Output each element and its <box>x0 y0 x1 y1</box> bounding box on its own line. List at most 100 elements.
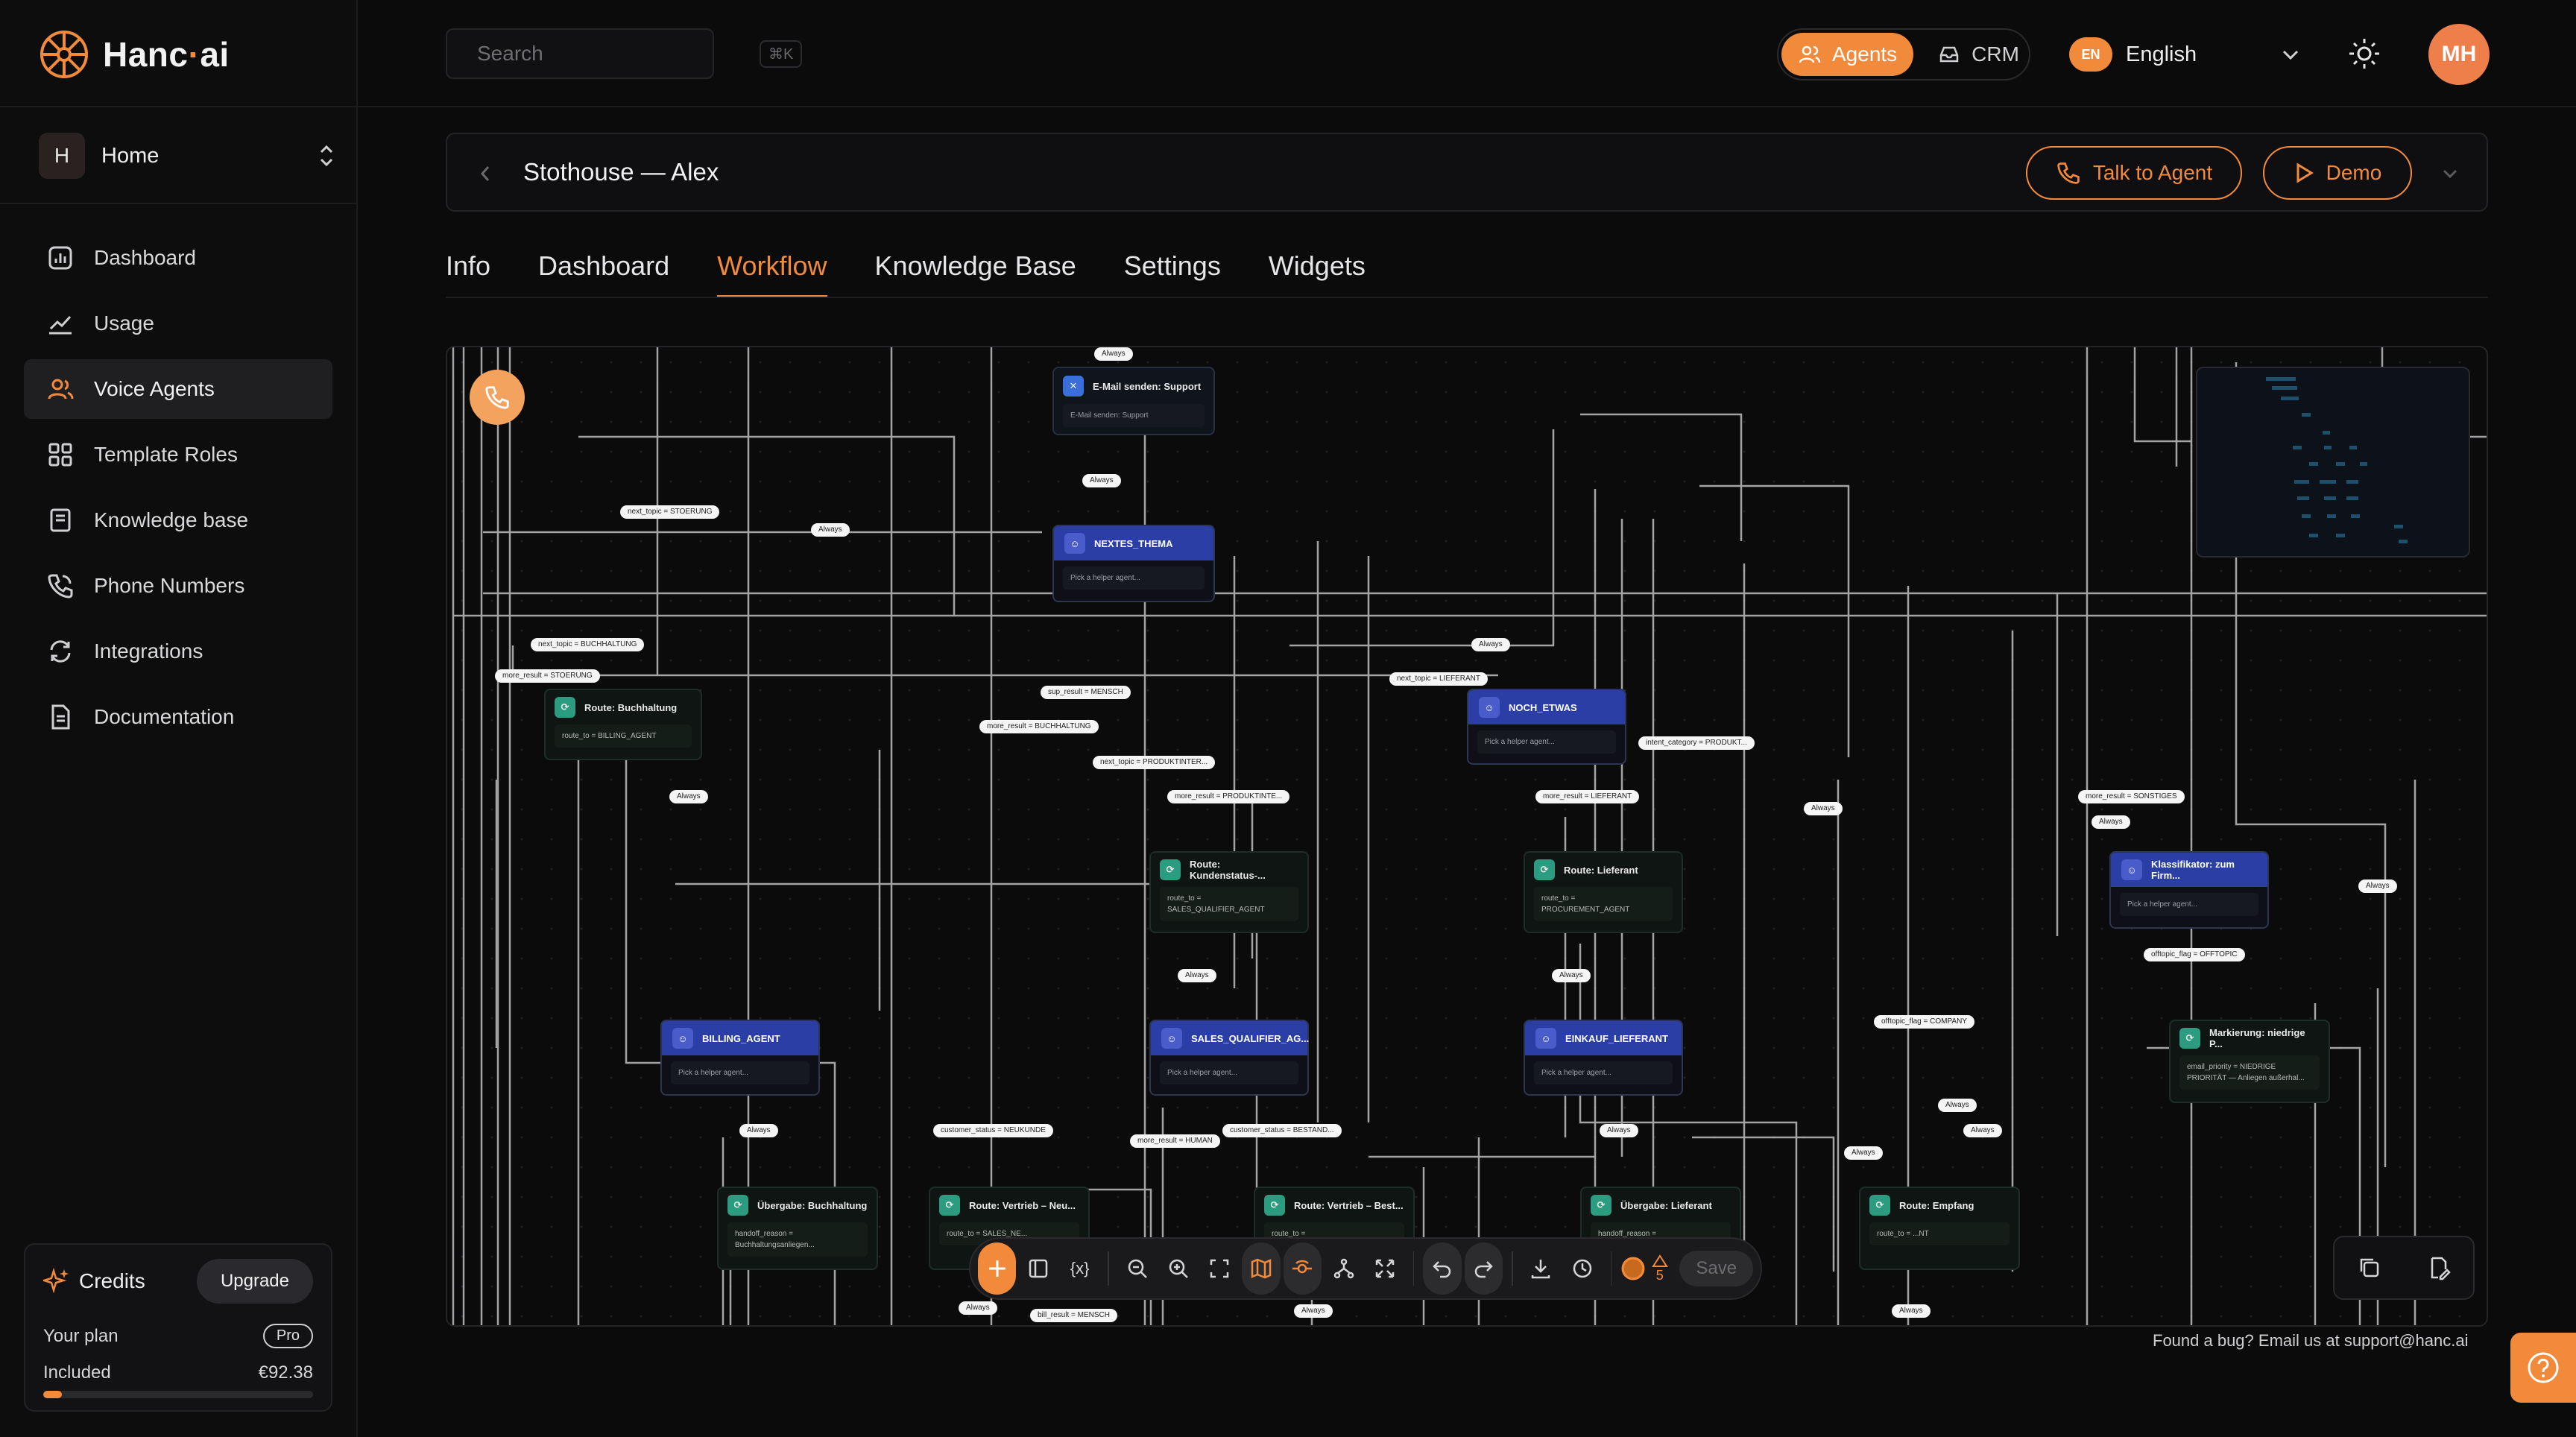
add-node-button[interactable] <box>978 1242 1017 1295</box>
tab-knowledge-base[interactable]: Knowledge Base <box>875 250 1076 298</box>
edge-label[interactable]: Always <box>1804 802 1843 815</box>
node-sales-qualifier[interactable]: ☺ SALES_QUALIFIER_AG... Pick a helper age… <box>1149 1020 1309 1096</box>
edge-style-button[interactable] <box>1283 1242 1322 1295</box>
upgrade-button[interactable]: Upgrade <box>196 1259 313 1304</box>
fit-view-button[interactable] <box>1201 1242 1239 1295</box>
language-selector[interactable]: EN English <box>2069 31 2300 78</box>
route-icon: ⟳ <box>1591 1195 1611 1216</box>
undo-button[interactable] <box>1423 1242 1462 1295</box>
copy-icon[interactable] <box>2356 1254 2383 1281</box>
theme-toggle-sun-icon[interactable] <box>2346 36 2382 72</box>
node-route-empfang[interactable]: ⟳ Route: Empfang route_to = ...NT <box>1859 1187 2020 1270</box>
chevron-down-icon[interactable] <box>2439 164 2461 183</box>
edit-note-icon[interactable] <box>2425 1254 2452 1281</box>
edge-label[interactable]: Always <box>811 523 850 537</box>
crm-switch-button[interactable]: CRM <box>1921 33 2036 76</box>
edge-label[interactable]: offtopic_flag = OFFTOPIC <box>2144 948 2245 961</box>
workflow-minimap[interactable] <box>2196 367 2470 558</box>
edge-label[interactable]: customer_status = BESTAND... <box>1222 1124 1342 1137</box>
edge-label[interactable]: intent_category = PRODUKT... <box>1638 736 1755 750</box>
edge-label[interactable]: Always <box>1471 638 1510 651</box>
fullscreen-button[interactable] <box>1366 1242 1404 1295</box>
talk-to-agent-button[interactable]: Talk to Agent <box>2026 146 2242 200</box>
search-input[interactable] <box>477 42 746 66</box>
zoom-in-button[interactable] <box>1159 1242 1197 1295</box>
user-avatar[interactable]: MH <box>2428 24 2490 85</box>
sidebar-item-knowledge-base[interactable]: Knowledge base <box>24 490 332 550</box>
redo-button[interactable] <box>1464 1242 1503 1295</box>
edge-label[interactable]: more_result = HUMAN <box>1130 1134 1220 1148</box>
help-button[interactable] <box>2510 1333 2576 1403</box>
edge-label[interactable]: Always <box>1552 969 1591 982</box>
node-email-support[interactable]: ✕ E-Mail senden: Support E-Mail senden: S… <box>1052 367 1215 435</box>
edge-label[interactable]: more_result = LIEFERANT <box>1535 790 1640 803</box>
edge-label[interactable]: offtopic_flag = COMPANY <box>1874 1015 1974 1029</box>
edge-label[interactable]: Always <box>1844 1146 1883 1160</box>
node-route-kundenstatus[interactable]: ⟳ Route: Kundenstatus-... route_to = SALE… <box>1149 851 1309 933</box>
node-noch-etwas[interactable]: ☺ NOCH_ETWAS Pick a helper agent... <box>1467 689 1626 765</box>
demo-button[interactable]: Demo <box>2263 146 2412 200</box>
chevron-left-icon[interactable] <box>474 161 496 186</box>
edge-label[interactable]: Always <box>1600 1124 1638 1137</box>
node-route-buchhaltung[interactable]: ⟳ Route: Buchhaltung route_to = BILLING_A… <box>544 689 702 760</box>
edge-label[interactable]: more_result = PRODUKTINTE... <box>1167 790 1290 803</box>
edge-label[interactable]: next_topic = PRODUKTINTER... <box>1093 756 1216 769</box>
edge-label[interactable]: next_topic = STOERUNG <box>620 505 720 519</box>
workspace-switcher[interactable]: H Home <box>39 131 337 180</box>
node-uebergabe-buchhaltung[interactable]: ⟳ Übergabe: Buchhaltung handoff_reason = … <box>717 1187 878 1270</box>
sidebar-item-usage[interactable]: Usage <box>24 294 332 353</box>
edge-label[interactable]: more_result = SONSTIGES <box>2078 790 2185 803</box>
node-markierung[interactable]: ⟳ Markierung: niedrige P... email_priorit… <box>2169 1020 2330 1103</box>
history-button[interactable] <box>1563 1242 1601 1295</box>
sidebar-item-documentation[interactable]: Documentation <box>24 687 332 747</box>
call-test-button[interactable] <box>470 370 525 425</box>
edge-label[interactable]: customer_status = NEUKUNDE <box>933 1124 1053 1137</box>
tab-widgets[interactable]: Widgets <box>1269 250 1366 298</box>
search-box[interactable]: ⌘K <box>446 28 803 79</box>
edge-label[interactable]: next_topic = BUCHHALTUNG <box>531 638 645 651</box>
edge-label[interactable]: Always <box>1294 1304 1333 1318</box>
toggle-panel-button[interactable] <box>1019 1242 1057 1295</box>
edge-label[interactable]: Always <box>1938 1099 1977 1112</box>
minimap-toggle-button[interactable] <box>1242 1242 1281 1295</box>
agents-switch-button[interactable]: Agents <box>1781 33 1914 76</box>
edge-label[interactable]: Always <box>1892 1304 1931 1318</box>
edge-label[interactable]: more_result = STOERUNG <box>495 669 600 683</box>
edge-label[interactable]: Always <box>2092 815 2130 829</box>
sidebar-item-integrations[interactable]: Integrations <box>24 622 332 681</box>
edge-label[interactable]: more_result = BUCHHALTUNG <box>979 720 1099 733</box>
edge-label[interactable]: Always <box>1178 969 1216 982</box>
node-klassifikator[interactable]: ☺ Klassifikator: zum Firm... Pick a helpe… <box>2109 851 2269 929</box>
sidebar-item-template-roles[interactable]: Template Roles <box>24 425 332 484</box>
edge-label[interactable]: bill_result = MENSCH <box>1030 1309 1117 1322</box>
download-button[interactable] <box>1522 1242 1560 1295</box>
tab-info[interactable]: Info <box>446 250 490 298</box>
tab-settings[interactable]: Settings <box>1124 250 1221 298</box>
node-nextes-thema[interactable]: ☺ NEXTES_THEMA Pick a helper agent... <box>1052 525 1215 602</box>
edge-label[interactable]: Always <box>739 1124 778 1137</box>
node-route-lieferant[interactable]: ⟳ Route: Lieferant route_to = PROCUREMENT… <box>1524 851 1683 933</box>
node-body: route_to = PROCUREMENT_AGENT <box>1534 887 1673 921</box>
tab-dashboard[interactable]: Dashboard <box>538 250 669 298</box>
node-einkauf-lieferant[interactable]: ☺ EINKAUF_LIEFERANT Pick a helper agent..… <box>1524 1020 1683 1096</box>
edge-label[interactable]: Always <box>1963 1124 2002 1137</box>
edge-label[interactable]: Always <box>2358 879 2397 893</box>
sidebar-item-dashboard[interactable]: Dashboard <box>24 228 332 288</box>
warnings-indicator[interactable]: 5 <box>1649 1254 1670 1283</box>
edge-label[interactable]: Always <box>1082 474 1121 487</box>
edge-label[interactable]: Always <box>959 1301 997 1315</box>
sidebar-item-voice-agents[interactable]: Voice Agents <box>24 359 332 419</box>
edge-label[interactable]: Always <box>669 790 708 803</box>
edge-label[interactable]: Always <box>1094 347 1133 361</box>
variables-button[interactable]: {x} <box>1061 1242 1099 1295</box>
edge-label[interactable]: next_topic = LIEFERANT <box>1389 672 1488 686</box>
edge-label[interactable]: sup_result = MENSCH <box>1041 686 1131 699</box>
brand-logo[interactable]: Hanc·ai <box>39 28 230 80</box>
zoom-out-button[interactable] <box>1118 1242 1156 1295</box>
auto-layout-button[interactable] <box>1325 1242 1363 1295</box>
workflow-canvas[interactable]: ✕ E-Mail senden: Support E-Mail senden: S… <box>446 346 2488 1327</box>
sidebar-item-phone-numbers[interactable]: Phone Numbers <box>24 556 332 616</box>
tab-workflow[interactable]: Workflow <box>717 250 827 298</box>
node-billing-agent[interactable]: ☺ BILLING_AGENT Pick a helper agent... <box>660 1020 820 1096</box>
save-button[interactable]: Save <box>1679 1251 1754 1286</box>
